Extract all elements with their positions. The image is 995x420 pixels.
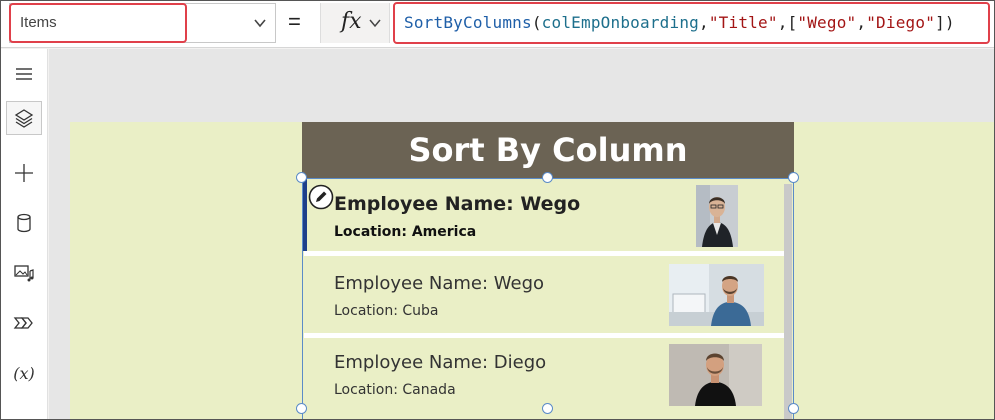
layers-icon[interactable] — [6, 101, 42, 135]
formula-bar: Items = fx SortByColumns(colEmpOnboardin… — [0, 0, 995, 48]
resize-handle[interactable] — [542, 403, 553, 414]
power-automate-icon[interactable] — [6, 306, 42, 340]
property-highlight — [9, 3, 187, 43]
edit-icon[interactable] — [308, 184, 334, 210]
gallery-item[interactable]: Employee Name: Wego Location: America — [303, 179, 785, 251]
employee-name: Employee Name: Diego — [334, 352, 547, 373]
employee-photo — [696, 185, 738, 247]
formula-collection: colEmpOnboarding — [541, 13, 699, 32]
fx-icon: fx — [341, 9, 362, 34]
variables-label: (x) — [13, 363, 35, 383]
resize-handle[interactable] — [296, 172, 307, 183]
resize-handle[interactable] — [788, 403, 799, 414]
formula-punctuation: ( — [531, 13, 542, 32]
formula-value: "Diego" — [866, 13, 936, 32]
variables-icon[interactable]: (x) — [6, 356, 42, 390]
fx-button[interactable]: fx — [320, 3, 390, 43]
employee-location: Location: Canada — [334, 382, 456, 398]
employee-photo — [669, 344, 762, 406]
gallery-item[interactable]: Employee Name: Wego Location: Cuba — [303, 256, 785, 333]
employee-name: Employee Name: Wego — [334, 193, 581, 215]
formula-column: "Title" — [708, 13, 778, 32]
formula-input[interactable]: SortByColumns(colEmpOnboarding,"Title",[… — [393, 2, 990, 44]
resize-handle[interactable] — [296, 403, 307, 414]
chevron-down-icon — [254, 19, 266, 28]
data-icon[interactable] — [6, 206, 42, 240]
formula-text: SortByColumns(colEmpOnboarding,"Title",[… — [404, 13, 955, 32]
employee-location: Location: America — [334, 224, 477, 240]
equals-sign: = — [288, 9, 301, 34]
resize-handle[interactable] — [542, 172, 553, 183]
title-bar[interactable]: Sort By Column — [302, 122, 794, 178]
formula-punctuation: , — [856, 13, 867, 32]
formula-punctuation: ) — [944, 13, 955, 32]
media-icon[interactable] — [6, 256, 42, 290]
resize-handle[interactable] — [788, 172, 799, 183]
employee-gallery[interactable]: Employee Name: Wego Location: America Em… — [302, 178, 794, 420]
gallery-scrollbar[interactable] — [784, 184, 792, 420]
employee-location: Location: Cuba — [334, 303, 439, 319]
insert-icon[interactable] — [6, 156, 42, 190]
formula-value: "Wego" — [797, 13, 857, 32]
formula-punctuation: [ — [787, 13, 798, 32]
employee-name: Employee Name: Wego — [334, 273, 545, 294]
left-rail: (x) — [0, 49, 48, 420]
selection-indicator — [303, 179, 307, 251]
formula-punctuation: , — [699, 13, 709, 32]
formula-punctuation: , — [777, 13, 788, 32]
employee-photo — [669, 264, 764, 326]
page-title: Sort By Column — [408, 131, 688, 169]
chevron-down-icon — [369, 19, 381, 28]
formula-punctuation: ] — [935, 13, 945, 32]
menu-icon[interactable] — [6, 57, 42, 91]
formula-function: SortByColumns — [404, 13, 532, 32]
